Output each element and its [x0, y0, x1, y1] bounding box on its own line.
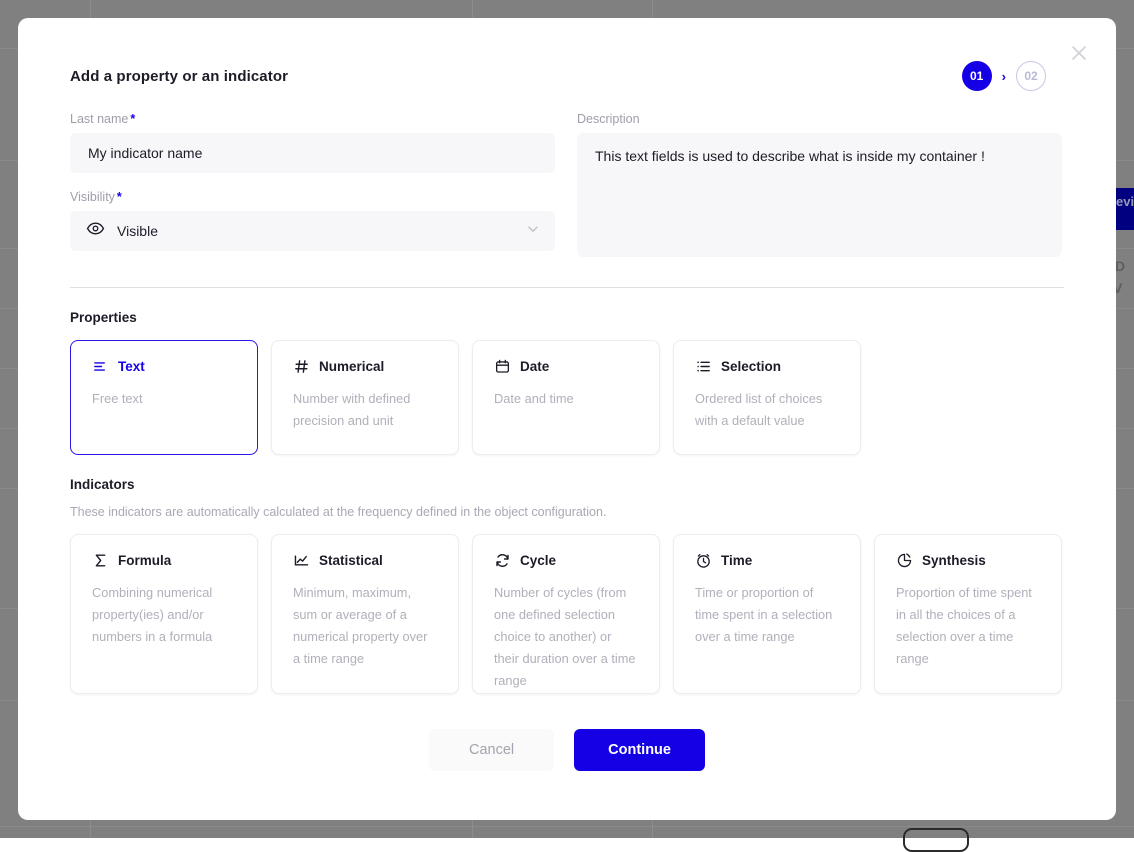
property-card-text[interactable]: Text Free text [70, 340, 258, 455]
indicator-card-time-desc: Time or proportion of time spent in a se… [695, 582, 840, 648]
visibility-value: Visible [117, 223, 525, 239]
eye-icon [86, 219, 105, 243]
visibility-label-text: Visibility [70, 190, 115, 204]
indicator-card-statistical[interactable]: Statistical Minimum, maximum, sum or ave… [271, 534, 459, 694]
background-row-divider [0, 826, 1134, 827]
indicator-card-time-title: Time [721, 553, 752, 568]
indicator-card-statistical-desc: Minimum, maximum, sum or average of a nu… [293, 582, 438, 670]
property-card-date-head: Date [494, 358, 639, 375]
chevron-right-icon: › [1002, 70, 1006, 83]
indicator-card-cycle-title: Cycle [520, 553, 556, 568]
indicator-card-formula-desc: Combining numerical property(ies) and/or… [92, 582, 237, 648]
indicator-card-time[interactable]: Time Time or proportion of time spent in… [673, 534, 861, 694]
visibility-field-label: Visibility* [70, 190, 555, 204]
property-card-selection-title: Selection [721, 359, 781, 374]
text-lines-icon [92, 358, 109, 375]
form-section: Last name* Visibility* Visible [70, 112, 1064, 268]
indicator-card-synthesis-title: Synthesis [922, 553, 986, 568]
required-marker: * [117, 190, 122, 204]
step-01[interactable]: 01 [962, 61, 992, 91]
indicator-card-formula-head: Formula [92, 552, 237, 569]
calendar-icon [494, 358, 511, 375]
indicator-card-cycle-desc: Number of cycles (from one defined selec… [494, 582, 639, 692]
property-card-date[interactable]: Date Date and time [472, 340, 660, 455]
property-card-numerical-desc: Number with defined precision and unit [293, 388, 438, 432]
indicators-section-subtitle: These indicators are automatically calcu… [70, 505, 1064, 519]
modal-footer: Cancel Continue [70, 729, 1064, 771]
property-card-numerical-title: Numerical [319, 359, 384, 374]
properties-card-grid: Text Free text Numerical Number with def… [70, 340, 1064, 455]
step-02[interactable]: 02 [1016, 61, 1046, 91]
close-icon[interactable] [1064, 38, 1094, 68]
indicator-card-cycle[interactable]: Cycle Number of cycles (from one defined… [472, 534, 660, 694]
property-card-text-title: Text [118, 359, 145, 374]
form-left-column: Last name* Visibility* Visible [70, 112, 555, 268]
description-input[interactable] [577, 133, 1062, 257]
sigma-icon [92, 552, 109, 569]
property-card-text-head: Text [92, 358, 237, 375]
property-card-text-desc: Free text [92, 388, 237, 410]
property-card-numerical[interactable]: Numerical Number with defined precision … [271, 340, 459, 455]
continue-button[interactable]: Continue [574, 729, 705, 771]
indicator-card-cycle-head: Cycle [494, 552, 639, 569]
modal-header: Add a property or an indicator 01 › 02 [70, 56, 1064, 96]
alarm-clock-icon [695, 552, 712, 569]
indicator-card-statistical-title: Statistical [319, 553, 383, 568]
property-card-selection[interactable]: Selection Ordered list of choices with a… [673, 340, 861, 455]
property-card-selection-head: Selection [695, 358, 840, 375]
required-marker: * [130, 112, 135, 126]
indicator-card-synthesis-desc: Proportion of time spent in all the choi… [896, 582, 1041, 670]
line-chart-icon [293, 552, 310, 569]
properties-section-title: Properties [70, 310, 1064, 325]
indicator-card-synthesis-head: Synthesis [896, 552, 1041, 569]
property-card-date-title: Date [520, 359, 549, 374]
indicator-card-time-head: Time [695, 552, 840, 569]
chevron-down-icon [525, 221, 541, 242]
indicators-section-title: Indicators [70, 477, 1064, 492]
indicator-card-statistical-head: Statistical [293, 552, 438, 569]
visibility-select[interactable]: Visible [70, 211, 555, 251]
property-card-numerical-head: Numerical [293, 358, 438, 375]
page-title: Add a property or an indicator [70, 68, 288, 85]
refresh-cycle-icon [494, 552, 511, 569]
property-card-date-desc: Date and time [494, 388, 639, 410]
add-property-modal: Add a property or an indicator 01 › 02 L… [18, 18, 1116, 820]
indicator-card-formula[interactable]: Formula Combining numerical property(ies… [70, 534, 258, 694]
name-field-group: Last name* [70, 112, 555, 173]
section-divider [70, 287, 1064, 288]
name-label-text: Last name [70, 112, 128, 126]
indicator-card-formula-title: Formula [118, 553, 171, 568]
step-indicator: 01 › 02 [962, 61, 1046, 91]
background-pill-button [903, 828, 969, 852]
background-label-d: D [1115, 258, 1125, 274]
list-icon [695, 358, 712, 375]
indicator-card-synthesis[interactable]: Synthesis Proportion of time spent in al… [874, 534, 1062, 694]
hash-icon [293, 358, 310, 375]
form-right-column: Description [577, 112, 1062, 268]
cancel-button[interactable]: Cancel [429, 729, 554, 771]
visibility-field-group: Visibility* Visible [70, 190, 555, 251]
name-field-label: Last name* [70, 112, 555, 126]
description-field-label: Description [577, 112, 1062, 126]
name-input[interactable] [70, 133, 555, 173]
indicators-card-grid: Formula Combining numerical property(ies… [70, 534, 1064, 694]
pie-chart-icon [896, 552, 913, 569]
property-card-selection-desc: Ordered list of choices with a default v… [695, 388, 840, 432]
